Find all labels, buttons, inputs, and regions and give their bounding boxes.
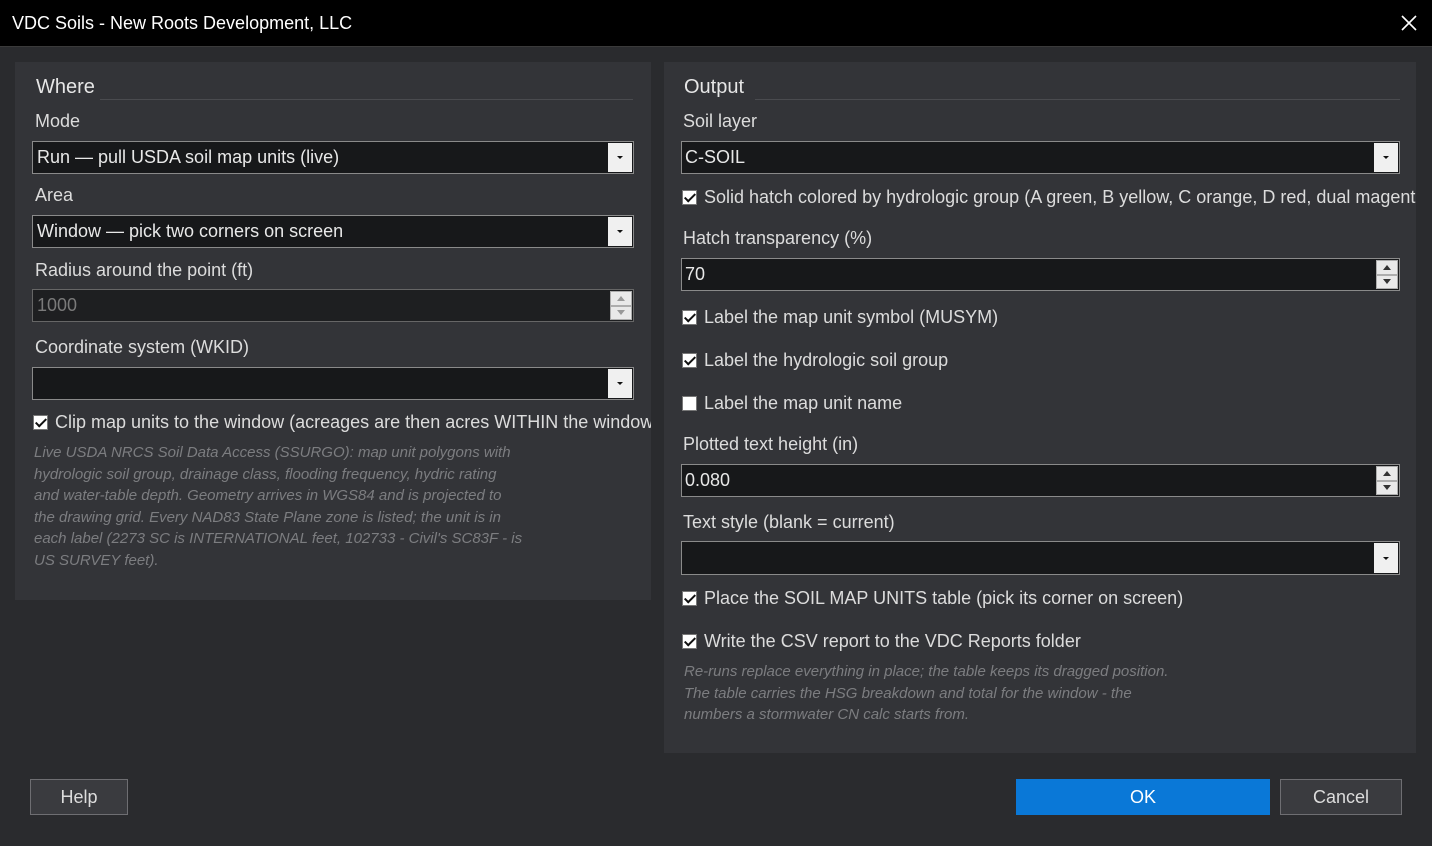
transparency-increment-button[interactable] (1376, 260, 1398, 275)
output-group-title: Output (684, 76, 745, 98)
label-hsg-checkbox[interactable]: Label the hydrologic soil group (682, 350, 948, 371)
arrow-up-icon (1383, 470, 1391, 476)
area-dropdown-value: Window — pick two corners on screen (37, 221, 344, 241)
text-height-label: Plotted text height (in) (683, 434, 859, 454)
clip-checkbox-label: Clip map units to the window (acreages a… (55, 412, 651, 432)
label-name-checkbox-box[interactable] (682, 396, 697, 411)
radius-decrement-button[interactable] (610, 305, 632, 320)
cancel-button[interactable]: Cancel (1280, 779, 1402, 815)
text-height-stepper[interactable]: 0.080 (681, 464, 1400, 497)
solid-hatch-checkbox[interactable]: Solid hatch colored by hydrologic group … (682, 187, 1416, 208)
radius-label: Radius around the point (ft) (35, 260, 254, 280)
soil-layer-value: C-SOIL (685, 147, 746, 167)
label-musym-checkbox[interactable]: Label the map unit symbol (MUSYM) (682, 307, 998, 328)
arrow-down-icon (1383, 279, 1391, 285)
csv-report-checkbox-label: Write the CSV report to the VDC Reports … (704, 631, 1081, 651)
solid-hatch-checkbox-label: Solid hatch colored by hydrologic group … (704, 187, 1416, 207)
text-style-dropdown-button[interactable] (1374, 543, 1398, 573)
text-style-dropdown[interactable] (681, 541, 1400, 575)
soil-layer-dropdown[interactable]: C-SOIL (681, 141, 1400, 174)
coordinate-system-dropdown[interactable] (32, 367, 634, 400)
area-dropdown[interactable]: Window — pick two corners on screen (32, 215, 634, 248)
arrow-up-icon (617, 295, 625, 301)
radius-stepper-value: 1000 (37, 295, 78, 315)
output-panel: Output Soil layer C-SOIL Solid hatch col… (664, 62, 1416, 753)
where-panel: Where Mode Run — pull USDA soil map unit… (15, 62, 651, 600)
csv-report-checkbox-box[interactable] (682, 634, 697, 649)
output-help-note: Re-runs replace everything in place; the… (684, 661, 1399, 726)
chevron-down-icon (617, 230, 623, 233)
close-icon (1401, 15, 1417, 31)
note-line: Re-runs replace everything in place; the… (684, 663, 1169, 680)
note-line: numbers a stormwater CN calc starts from… (684, 706, 970, 723)
where-group-title: Where (36, 76, 95, 98)
soil-layer-label: Soil layer (683, 111, 758, 131)
help-button[interactable]: Help (30, 779, 128, 815)
where-help-note: Live USDA NRCS Soil Data Access (SSURGO)… (34, 442, 634, 571)
title-bar: VDC Soils - New Roots Development, LLC (0, 0, 1432, 47)
arrow-down-icon (1383, 485, 1391, 491)
coordinate-system-dropdown-button[interactable] (608, 369, 632, 398)
text-height-value: 0.080 (685, 470, 731, 490)
chevron-down-icon (617, 382, 623, 385)
note-line: the drawing grid. Every NAD83 State Plan… (34, 508, 501, 526)
note-line: The table carries the HSG breakdown and … (684, 684, 1132, 702)
chevron-down-icon (1383, 156, 1389, 159)
ok-button[interactable]: OK (1016, 779, 1270, 815)
chevron-down-icon (617, 156, 623, 159)
text-height-spinner[interactable] (1376, 466, 1398, 495)
transparency-stepper[interactable]: 70 (681, 258, 1400, 291)
text-height-increment-button[interactable] (1376, 466, 1398, 481)
output-group-divider (755, 99, 1400, 100)
csv-report-checkbox[interactable]: Write the CSV report to the VDC Reports … (682, 631, 1081, 652)
note-line: Live USDA NRCS Soil Data Access (SSURGO)… (34, 444, 511, 461)
label-name-checkbox[interactable]: Label the map unit name (682, 393, 902, 414)
chevron-down-icon (1383, 556, 1389, 560)
mode-dropdown[interactable]: Run — pull USDA soil map units (live) (32, 141, 634, 174)
mode-label: Mode (35, 111, 81, 131)
note-line: each label (2273 SC is INTERNATIONAL fee… (34, 530, 523, 547)
place-table-checkbox-label: Place the SOIL MAP UNITS table (pick its… (704, 588, 1184, 608)
mode-dropdown-value: Run — pull USDA soil map units (live) (37, 147, 340, 167)
transparency-spinner[interactable] (1376, 260, 1398, 289)
transparency-decrement-button[interactable] (1376, 274, 1398, 289)
label-hsg-checkbox-label: Label the hydrologic soil group (704, 350, 949, 370)
arrow-up-icon (1383, 264, 1391, 270)
where-group-divider (100, 99, 633, 100)
radius-increment-button[interactable] (610, 291, 632, 306)
mode-dropdown-button[interactable] (608, 143, 632, 172)
area-dropdown-button[interactable] (608, 217, 632, 246)
coordinate-system-label: Coordinate system (WKID) (35, 337, 250, 357)
note-line: hydrologic soil group, drainage class, f… (34, 465, 497, 483)
solid-hatch-checkbox-box[interactable] (682, 190, 697, 205)
close-button[interactable] (1394, 8, 1424, 38)
area-label: Area (35, 185, 74, 205)
place-table-checkbox-box[interactable] (682, 591, 697, 606)
radius-stepper[interactable]: 1000 (32, 289, 634, 322)
label-musym-checkbox-box[interactable] (682, 310, 697, 325)
clip-checkbox-box[interactable] (33, 415, 48, 430)
transparency-label: Hatch transparency (%) (683, 228, 873, 248)
label-name-checkbox-label: Label the map unit name (704, 393, 903, 413)
transparency-value: 70 (685, 264, 706, 284)
window-title: VDC Soils - New Roots Development, LLC (12, 13, 353, 33)
note-line: and water-table depth. Geometry arrives … (34, 487, 502, 504)
soil-layer-dropdown-button[interactable] (1374, 143, 1398, 172)
place-table-checkbox[interactable]: Place the SOIL MAP UNITS table (pick its… (682, 588, 1183, 609)
text-style-label: Text style (blank = current) (683, 512, 895, 532)
note-line: US SURVEY feet). (34, 551, 159, 569)
clip-checkbox[interactable]: Clip map units to the window (acreages a… (33, 412, 651, 433)
label-hsg-checkbox-box[interactable] (682, 353, 697, 368)
label-musym-checkbox-label: Label the map unit symbol (MUSYM) (704, 307, 999, 327)
text-height-decrement-button[interactable] (1376, 480, 1398, 495)
radius-spinner[interactable] (610, 291, 632, 320)
arrow-down-icon (617, 310, 625, 316)
